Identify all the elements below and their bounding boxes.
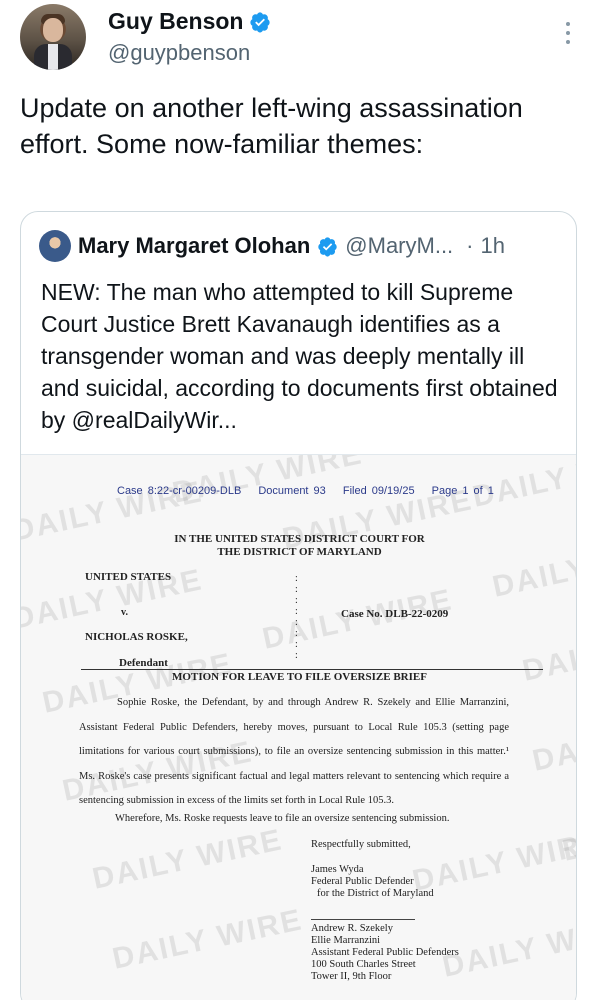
quoted-author-handle: @MaryM... [345, 233, 454, 258]
more-options-icon[interactable] [565, 22, 571, 44]
watermark: DAILY WIRE [409, 825, 577, 898]
page-indicator: Page 1 of 1 [431, 485, 494, 497]
wherefore-clause: Wherefore, Ms. Roske requests leave to f… [115, 813, 450, 824]
verified-badge-icon [318, 236, 337, 257]
watermark: DAILY WIRE [259, 583, 456, 656]
quoted-tweet-header: Mary Margaret Olohan @MaryM... · 1h [39, 230, 559, 262]
signatory-title: Assistant Federal Public Defenders [311, 947, 459, 958]
case-no: Case No. DLB-22-0209 [341, 608, 449, 620]
case-header: Case 8:22-cr-00209-DLB Document 93 Filed… [117, 485, 506, 497]
plaintiff: UNITED STATES [85, 571, 172, 583]
court-title-line: THE DISTRICT OF MARYLAND [217, 546, 382, 558]
court-title-line: IN THE UNITED STATES DISTRICT COURT FOR [174, 533, 425, 545]
versus: v. [121, 607, 128, 618]
defendant-name: NICHOLAS ROSKE, [85, 631, 188, 643]
watermark: DAILY WIRE [89, 823, 286, 896]
author-avatar[interactable] [20, 4, 86, 70]
signatory-address: Tower II, 9th Floor [311, 971, 392, 982]
separator-dot: · [466, 233, 474, 258]
signatory-name: James Wyda [311, 864, 364, 875]
divider [81, 669, 543, 670]
author-handle[interactable]: @guypbenson [108, 40, 250, 66]
watermark: DAILY WIRE [529, 705, 577, 778]
quoted-tweet-time: 1h [480, 233, 505, 258]
watermark: DAILY WIRE [439, 911, 577, 984]
verified-badge-icon [250, 11, 271, 33]
signatory-name: Andrew R. Szekely [311, 923, 393, 934]
signature-line [311, 919, 415, 920]
tweet-header: Guy Benson @guypbenson [20, 4, 577, 74]
closing: Respectfully submitted, [311, 839, 411, 850]
watermark: DAILY WIRE [109, 903, 306, 976]
author-display-name[interactable]: Guy Benson [108, 8, 243, 35]
motion-paragraph: Sophie Roske, the Defendant, by and thro… [79, 697, 509, 806]
signatory-name: Ellie Marranzini [311, 935, 381, 946]
document-number: Document 93 [258, 485, 326, 497]
court-title: IN THE UNITED STATES DISTRICT COURT FOR … [21, 533, 576, 559]
motion-title: MOTION FOR LEAVE TO FILE OVERSIZE BRIEF [172, 671, 427, 683]
defendant-label: Defendant [119, 657, 168, 669]
case-number: Case 8:22-cr-00209-DLB [117, 485, 242, 497]
quoted-tweet[interactable]: Mary Margaret Olohan @MaryM... · 1h NEW:… [20, 211, 577, 1000]
tweet-text: Update on another left-wing assassinatio… [20, 93, 523, 159]
signatory-address: 100 South Charles Street [311, 959, 416, 970]
quoted-tweet-text: NEW: The man who attempted to kill Supre… [41, 279, 558, 433]
author-name-row[interactable]: Guy Benson [108, 8, 271, 35]
caption-separator: :::::::: [295, 573, 298, 661]
quoted-author-display-name: Mary Margaret Olohan [78, 233, 311, 258]
signatory-district: for the District of Maryland [317, 888, 434, 899]
signatory-title: Federal Public Defender [311, 876, 414, 887]
quoted-author-avatar [39, 230, 71, 262]
court-document-image[interactable]: DAILY WIRE DAILY WIRE DAILY WIRE DAILY W… [21, 454, 577, 1000]
filed-date: Filed 09/19/25 [342, 485, 415, 497]
